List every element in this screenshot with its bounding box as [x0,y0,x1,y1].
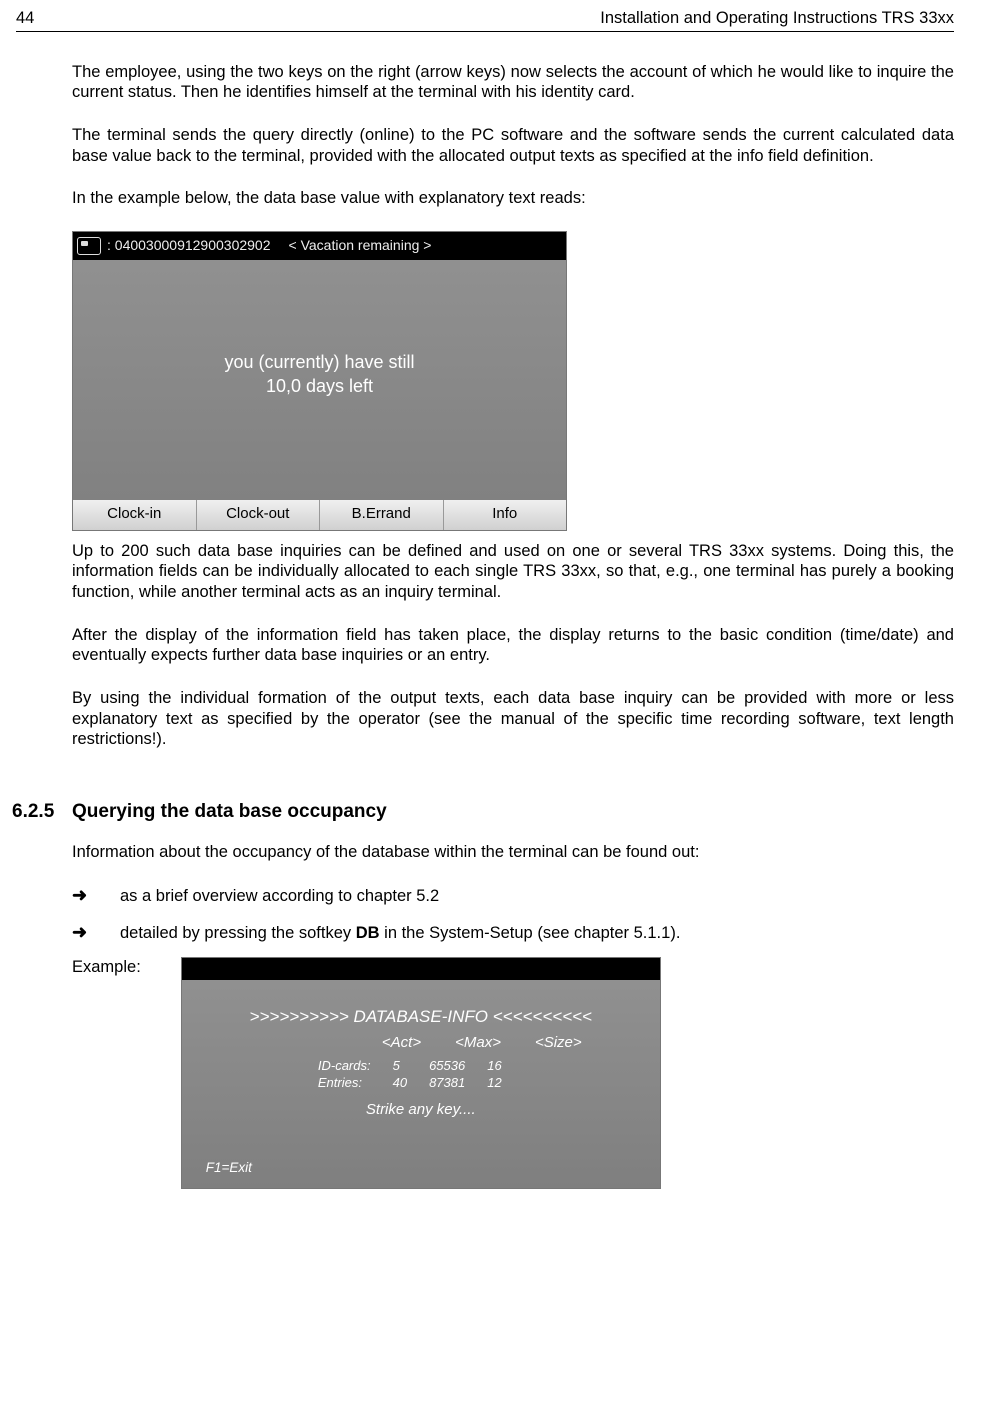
bullet-item: ➜ as a brief overview according to chapt… [72,884,954,907]
softkey-bar: Clock-in Clock-out B.Errand Info [73,500,566,530]
row-act: 5 [393,1058,429,1074]
softkey-info[interactable]: Info [444,500,567,530]
bullet-text: detailed by pressing the softkey DB in t… [120,923,954,944]
page-header: 44 Installation and Operating Instructio… [16,0,954,32]
softkey-clockout[interactable]: Clock-out [197,500,321,530]
terminal-screenshot-1: : 04003000912900302902 < Vacation remain… [72,231,567,531]
text-span: detailed by pressing the softkey [120,924,356,942]
row-size: 12 [487,1075,523,1091]
arrow-icon: ➜ [72,921,120,944]
row-max: 65536 [429,1058,487,1074]
table-row: Entries: 40 87381 12 [318,1075,524,1091]
arrow-icon: ➜ [72,884,120,907]
table-row: ID-cards: 5 65536 16 [318,1058,524,1074]
row-label: Entries: [318,1075,393,1091]
text-span: in the System-Setup (see chapter 5.1.1). [380,924,681,942]
db-column-headers: <Act> <Max> <Size> [202,1034,640,1053]
status-label: < Vacation remaining > [289,237,432,255]
bullet-item: ➜ detailed by pressing the softkey DB in… [72,921,954,944]
example-label: Example: [72,957,141,978]
paragraph: In the example below, the data base valu… [72,188,954,209]
document-title: Installation and Operating Instructions … [600,8,954,29]
terminal-screenshot-2: >>>>>>>>>> DATABASE-INFO <<<<<<<<<< <Act… [181,957,661,1189]
message-line-2: 10,0 days left [73,374,566,398]
f1-exit-label: F1=Exit [206,1160,252,1177]
strike-any-key: Strike any key.... [202,1101,640,1120]
paragraph: After the display of the information fie… [72,625,954,666]
softkey-db-label: DB [356,924,380,942]
paragraph: Up to 200 such data base inquiries can b… [72,541,954,603]
softkey-clockin[interactable]: Clock-in [73,500,197,530]
paragraph: The terminal sends the query directly (o… [72,125,954,166]
section-title: Querying the data base occupancy [72,800,387,824]
row-max: 87381 [429,1075,487,1091]
col-max: <Max> [455,1034,501,1053]
bullet-text: as a brief overview according to chapter… [120,886,954,907]
section-number: 6.2.5 [12,800,56,824]
row-act: 40 [393,1075,429,1091]
paragraph: By using the individual formation of the… [72,688,954,750]
message-line-1: you (currently) have still [73,350,566,374]
terminal-top-bar: : 04003000912900302902 < Vacation remain… [73,232,566,260]
employee-id: : 04003000912900302902 [107,237,271,255]
example-row: Example: >>>>>>>>>> DATABASE-INFO <<<<<<… [72,957,954,1189]
terminal-top-stripe [182,958,660,980]
paragraph: Information about the occupancy of the d… [72,842,954,863]
page-number: 44 [16,8,34,29]
col-size: <Size> [535,1034,582,1053]
card-icon [77,237,101,255]
terminal-message: you (currently) have still 10,0 days lef… [73,350,566,399]
section-heading: 6.2.5 Querying the data base occupancy [72,800,954,824]
row-label: ID-cards: [318,1058,393,1074]
row-size: 16 [487,1058,523,1074]
softkey-berrand[interactable]: B.Errand [320,500,444,530]
db-title: >>>>>>>>>> DATABASE-INFO <<<<<<<<<< [202,1006,640,1027]
paragraph: The employee, using the two keys on the … [72,62,954,103]
col-act: <Act> [382,1034,421,1053]
db-table: ID-cards: 5 65536 16 Entries: 40 87381 1… [318,1058,524,1091]
